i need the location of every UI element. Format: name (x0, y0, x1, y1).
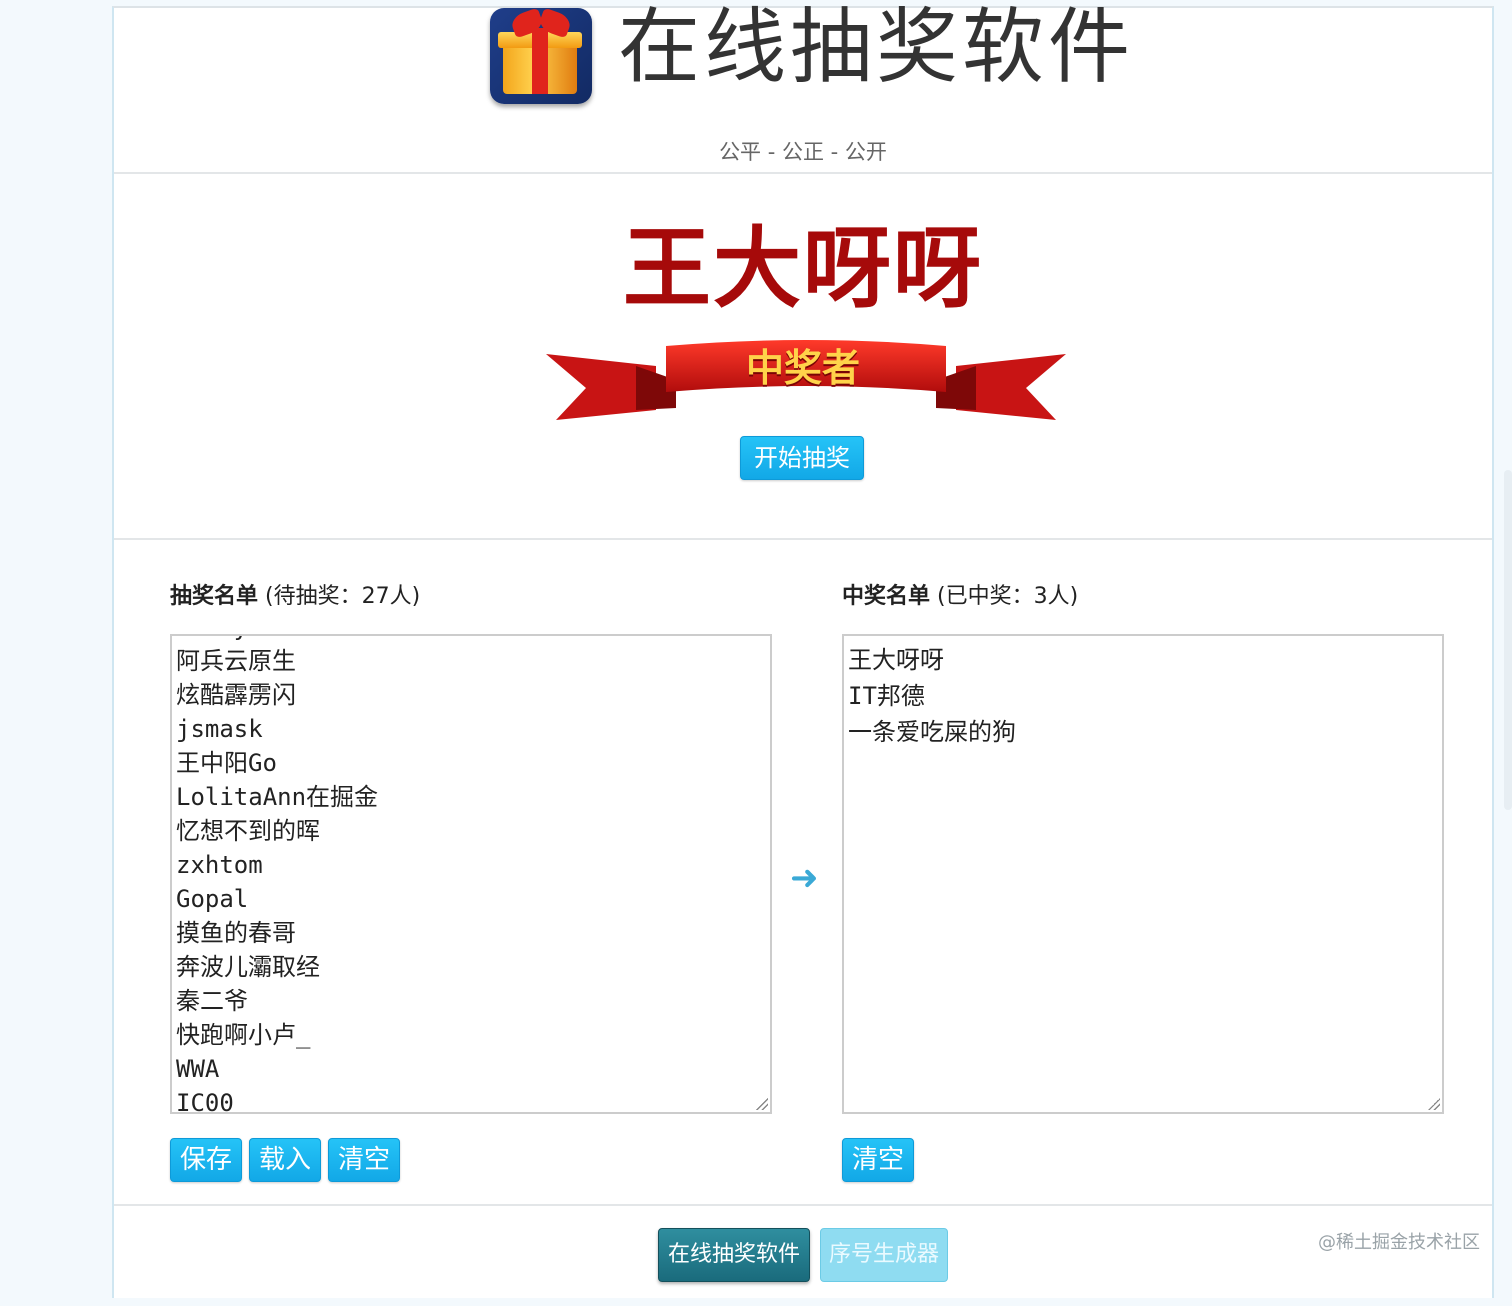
app-subtitle: 公平 - 公正 - 公开 (719, 140, 887, 164)
candidates-list: Jimmy 阿兵云原生 炫酷霹雳闪 jsmask 王中阳Go LolitaAnn… (176, 636, 379, 1114)
start-draw-button[interactable]: 开始抽奖 (740, 436, 864, 480)
winners-list: 王大呀呀 IT邦德 一条爱吃屎的狗 (848, 642, 1016, 750)
list-item: 忆想不到的晖 (176, 817, 320, 845)
header: 在线抽奖软件 公平 - 公正 - 公开 (114, 0, 1492, 174)
footer: 在线抽奖软件 序号生成器 (114, 1204, 1492, 1306)
winners-label: 中奖名单 (已中奖：3人) (842, 578, 1078, 610)
list-item: 秦二爷 (176, 987, 248, 1015)
arrow-right-icon: ➜ (790, 858, 819, 898)
winners-count: (已中奖：3人) (937, 584, 1079, 609)
list-item: 一条爱吃屎的狗 (848, 718, 1016, 746)
lottery-software-button[interactable]: 在线抽奖软件 (658, 1228, 810, 1282)
list-item: LolitaAnn在掘金 (176, 783, 379, 811)
watermark: @稀土掘金技术社区 (1318, 1232, 1480, 1253)
app-title: 在线抽奖软件 (618, 0, 1135, 95)
list-item: 快跑啊小卢_ (176, 1021, 311, 1049)
resize-handle[interactable] (1428, 1098, 1440, 1110)
list-item: 王中阳Go (176, 749, 277, 777)
banner-label: 中奖者 (745, 346, 860, 390)
candidates-label-title: 抽奖名单 (170, 584, 259, 609)
list-item: IC00 (176, 1089, 234, 1114)
page-container: 在线抽奖软件 公平 - 公正 - 公开 王大呀呀 中奖者 开始抽奖 抽奖名单 (… (112, 0, 1494, 1298)
page-scrollbar[interactable] (1504, 470, 1512, 810)
list-item: 炫酷霹雳闪 (176, 681, 296, 709)
list-item: IT邦德 (848, 682, 925, 710)
winner-name: 王大呀呀 (622, 217, 983, 320)
list-item: 阿兵云原生 (176, 647, 296, 675)
serial-generator-button[interactable]: 序号生成器 (820, 1228, 948, 1282)
load-button[interactable]: 载入 (249, 1138, 321, 1182)
list-item: Jimmy (176, 636, 378, 644)
list-item: zxhtom (176, 851, 263, 879)
candidates-label: 抽奖名单 (待抽奖：27人) (170, 578, 420, 610)
clear-candidates-button[interactable]: 清空 (328, 1138, 400, 1182)
save-button[interactable]: 保存 (170, 1138, 242, 1182)
list-item: 摸鱼的春哥 (176, 919, 296, 947)
list-item: 王大呀呀 (848, 646, 944, 674)
clear-winners-button[interactable]: 清空 (842, 1138, 914, 1182)
winners-label-title: 中奖名单 (842, 584, 931, 609)
list-item: WWA (176, 1055, 220, 1083)
list-item: 奔波儿灞取经 (176, 953, 320, 981)
candidates-textarea[interactable]: Jimmy 阿兵云原生 炫酷霹雳闪 jsmask 王中阳Go LolitaAnn… (170, 634, 772, 1114)
list-item: jsmask (176, 715, 263, 743)
winner-panel: 王大呀呀 中奖者 开始抽奖 (114, 174, 1492, 540)
winners-textarea[interactable]: 王大呀呀 IT邦德 一条爱吃屎的狗 (842, 634, 1444, 1114)
resize-handle[interactable] (756, 1098, 768, 1110)
gift-icon (490, 8, 592, 104)
list-item: Gopal (176, 885, 249, 913)
candidates-count: (待抽奖：27人) (265, 584, 421, 609)
